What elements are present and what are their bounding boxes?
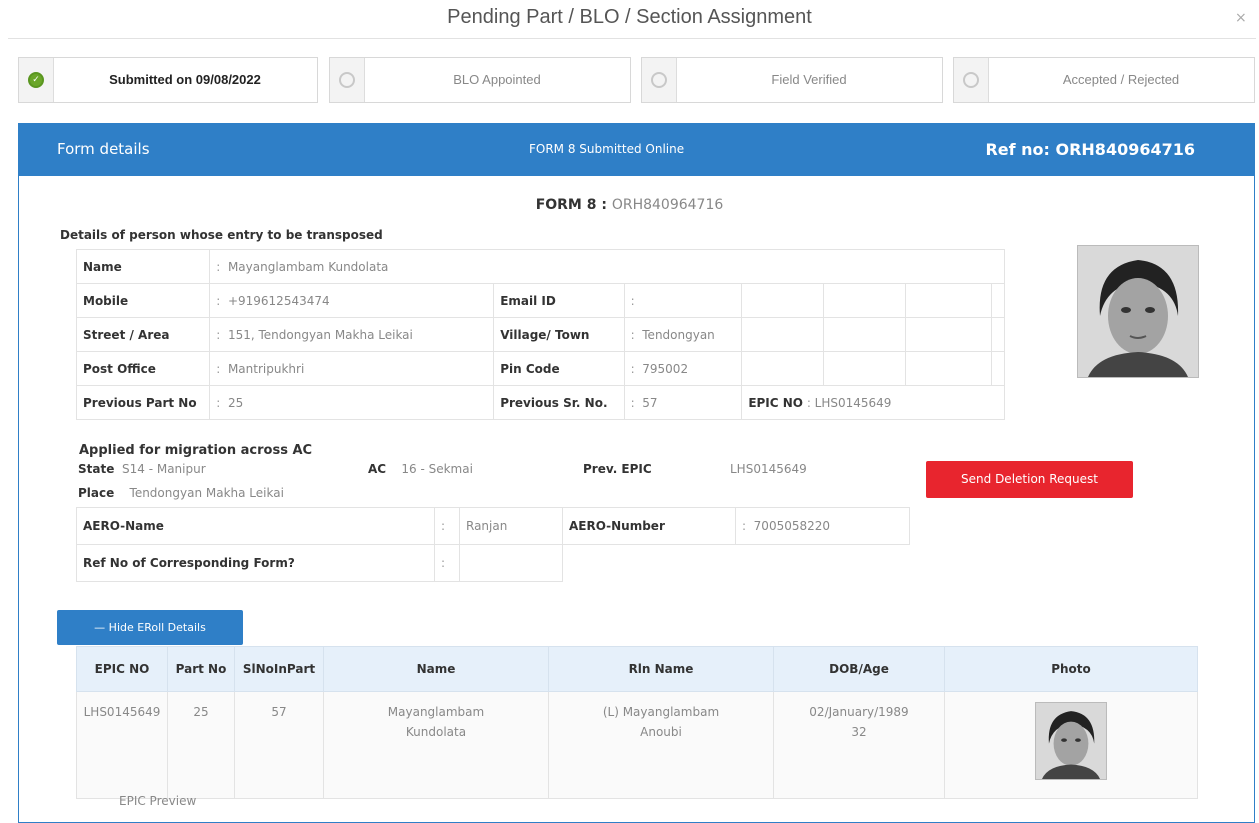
- cell-rln-name: (L) Mayanglambam Anoubi: [548, 691, 774, 799]
- step-submitted-label: Submitted on 09/08/2022: [109, 72, 261, 87]
- prev-epic-key: Prev. EPIC: [583, 462, 652, 476]
- prev-part-value: 25: [227, 395, 244, 410]
- step-accepted-label: Accepted / Rejected: [1062, 72, 1180, 87]
- check-circle-icon: ✓: [28, 72, 44, 88]
- aero-number-key: AERO-Number: [562, 507, 736, 545]
- epic-key: EPIC NO: [748, 395, 803, 410]
- pending-circle-icon: [339, 72, 355, 88]
- table-row: LHS0145649 25 57 Mayanglambam Kundolata …: [76, 691, 1198, 799]
- applicant-photo: [1077, 245, 1199, 378]
- step-blo-appointed: BLO Appointed: [329, 57, 631, 103]
- ac-key: AC: [368, 462, 387, 476]
- village-value: Tendongyan: [642, 327, 715, 342]
- mobile-value: +919612543474: [227, 293, 330, 308]
- epic-value: LHS0145649: [814, 395, 892, 410]
- col-photo: Photo: [944, 646, 1198, 692]
- cell-dob: 02/January/1989: [809, 705, 909, 719]
- eroll-header-row: EPIC NO Part No SlNoInPart Name Rln Name…: [76, 646, 1198, 692]
- place-key: Place: [78, 486, 115, 500]
- hide-eroll-details-button[interactable]: — Hide ERoll Details: [57, 610, 243, 645]
- ac-value: 16 - Sekmai: [401, 462, 473, 476]
- migration-place: Place Tendongyan Makha Leikai: [78, 486, 284, 500]
- email-key: Email ID: [493, 283, 625, 318]
- pin-key: Pin Code: [493, 351, 625, 386]
- panel-header-ref: Ref no: ORH840964716: [985, 140, 1195, 159]
- col-name: Name: [323, 646, 549, 692]
- prev-sr-key: Previous Sr. No.: [493, 385, 625, 420]
- step-field-label: Field Verified: [771, 72, 847, 87]
- cell-slno: 57: [234, 691, 324, 799]
- cell-age: 32: [851, 725, 867, 739]
- col-part-no: Part No: [167, 646, 235, 692]
- pending-circle-icon: [963, 72, 979, 88]
- village-key: Village/ Town: [493, 317, 625, 352]
- prev-part-key: Previous Part No: [75, 385, 210, 420]
- col-dob-age: DOB/Age: [773, 646, 945, 692]
- panel-header: Form details FORM 8 Submitted Online Ref…: [19, 124, 1255, 176]
- migration-prev-epic: Prev. EPIC: [583, 462, 652, 476]
- prev-epic-value: LHS0145649: [730, 462, 807, 476]
- close-icon[interactable]: ×: [1235, 10, 1247, 26]
- step-accepted-rejected: Accepted / Rejected: [953, 57, 1255, 103]
- eroll-table: EPIC NO Part No SlNoInPart Name Rln Name…: [76, 646, 1198, 799]
- panel-header-title: Form details: [57, 140, 150, 158]
- mobile-key: Mobile: [75, 283, 211, 318]
- eroll-photo: [1035, 702, 1107, 780]
- dialog-title: Pending Part / BLO / Section Assignment: [447, 6, 812, 28]
- cell-photo: [944, 691, 1198, 799]
- aero-name-key: AERO-Name: [76, 507, 435, 545]
- send-deletion-request-button[interactable]: Send Deletion Request: [926, 461, 1133, 498]
- state-key: State: [78, 462, 115, 476]
- col-rln-name: Rln Name: [548, 646, 774, 692]
- cell-dob-age: 02/January/1989 32: [773, 691, 945, 799]
- street-value: 151, Tendongyan Makha Leikai: [227, 327, 413, 342]
- ref-form-key: Ref No of Corresponding Form?: [76, 544, 435, 582]
- cell-name: Mayanglambam Kundolata: [323, 691, 549, 799]
- migration-ac: AC 16 - Sekmai: [368, 462, 473, 476]
- post-office-value: Mantripukhri: [227, 361, 305, 376]
- person-section-heading: Details of person whose entry to be tran…: [60, 228, 383, 242]
- street-key: Street / Area: [75, 317, 211, 352]
- step-blo-label: BLO Appointed: [453, 72, 541, 87]
- panel-header-status: FORM 8 Submitted Online: [529, 142, 685, 156]
- migration-heading: Applied for migration across AC: [79, 443, 313, 458]
- col-slno: SlNoInPart: [234, 646, 324, 692]
- name-value: Mayanglambam Kundolata: [227, 259, 389, 274]
- form-title-label: FORM 8: [535, 197, 597, 213]
- col-epic-no: EPIC NO: [76, 646, 168, 692]
- state-value: S14 - Manipur: [122, 462, 206, 476]
- aero-number-value: 7005058220: [753, 519, 831, 533]
- form-title-ref: ORH840964716: [611, 197, 724, 213]
- name-key: Name: [75, 249, 211, 284]
- cell-part: 25: [167, 691, 235, 799]
- cell-epic: LHS0145649: [76, 691, 168, 799]
- migration-state: State S14 - Manipur: [78, 462, 206, 476]
- person-portrait-icon: [1078, 246, 1198, 377]
- title-divider: [8, 38, 1256, 39]
- post-office-key: Post Office: [75, 351, 211, 386]
- pending-circle-icon: [651, 72, 667, 88]
- step-field-verified: Field Verified: [641, 57, 943, 103]
- place-value: Tendongyan Makha Leikai: [129, 486, 284, 500]
- aero-name-value: Ranjan: [466, 519, 508, 533]
- step-submitted: ✓ Submitted on 09/08/2022: [18, 57, 318, 103]
- form-title-sep: :: [596, 197, 612, 213]
- epic-preview-link[interactable]: EPIC Preview: [119, 794, 196, 808]
- person-details-table: Name : Mayanglambam Kundolata Mobile : +…: [75, 249, 1005, 420]
- person-portrait-icon: [1036, 703, 1106, 779]
- form-title: FORM 8 : ORH840964716: [0, 197, 1259, 213]
- prev-sr-value: 57: [642, 395, 658, 410]
- pin-value: 795002: [642, 361, 689, 376]
- aero-table: AERO-Name : Ranjan AERO-Number : 7005058…: [76, 507, 910, 582]
